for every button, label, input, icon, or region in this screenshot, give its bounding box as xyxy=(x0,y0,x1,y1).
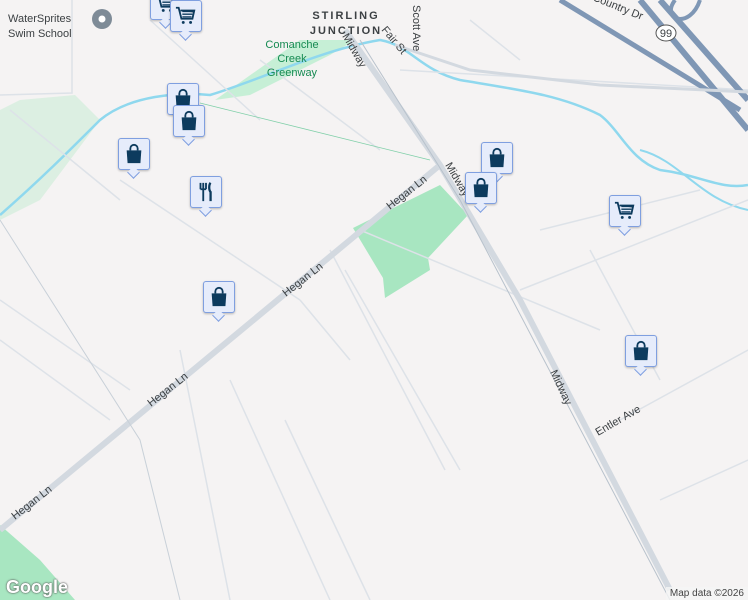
neighborhood-label-1: STIRLING xyxy=(312,10,379,22)
store-marker[interactable] xyxy=(173,105,205,137)
store-marker[interactable] xyxy=(481,142,513,174)
road-hegan-ln xyxy=(0,162,442,533)
shopping-bag-icon xyxy=(630,340,652,362)
road-midway xyxy=(342,28,673,592)
park-area xyxy=(353,185,468,298)
park-label-2[interactable]: Creek xyxy=(277,53,307,65)
fork-knife-icon xyxy=(195,181,217,203)
highway-99 xyxy=(637,0,748,132)
grocery-marker[interactable] xyxy=(609,195,641,227)
google-logo[interactable]: Google xyxy=(6,577,68,598)
restaurant-marker[interactable] xyxy=(190,176,222,208)
street-label-entler-ave: Entler Ave xyxy=(594,403,643,438)
minor-roads xyxy=(0,0,748,600)
shopping-bag-icon xyxy=(208,286,230,308)
store-marker[interactable] xyxy=(465,172,497,204)
poi-pin-dot xyxy=(98,15,106,23)
store-marker[interactable] xyxy=(625,335,657,367)
shopping-cart-icon xyxy=(175,5,197,27)
street-label-hegan-ln: Hegan Ln xyxy=(145,371,190,410)
railroad xyxy=(359,39,671,600)
street-label-hegan-ln: Hegan Ln xyxy=(9,484,54,523)
highway-number: 99 xyxy=(660,28,672,40)
street-label-hegan-ln: Hegan Ln xyxy=(280,261,325,300)
railroad xyxy=(0,219,181,600)
trail xyxy=(199,102,431,161)
shopping-bag-icon xyxy=(470,177,492,199)
street-label-midway: Midway xyxy=(339,32,368,71)
shopping-bag-icon xyxy=(123,143,145,165)
poi-label-line1[interactable]: WaterSprites xyxy=(8,13,72,25)
street-label-midway: Midway xyxy=(547,368,574,407)
street-label-country-dr: Country Dr xyxy=(591,0,645,23)
poi-label-line2[interactable]: Swim School xyxy=(8,28,72,40)
street-label-scott-ave: Scott Ave xyxy=(410,5,422,51)
store-marker[interactable] xyxy=(203,281,235,313)
map-canvas[interactable]: 99 WaterSprites Swim School STIRLING JUN… xyxy=(0,0,748,600)
store-marker[interactable] xyxy=(118,138,150,170)
highway-ramp xyxy=(668,0,702,21)
shopping-bag-icon xyxy=(486,147,508,169)
map-attribution[interactable]: Map data ©2026 xyxy=(665,587,748,600)
park-label-3[interactable]: Greenway xyxy=(267,67,318,79)
grocery-marker[interactable] xyxy=(170,0,202,32)
park-label-1[interactable]: Comanche xyxy=(265,39,318,51)
shopping-cart-icon xyxy=(614,200,636,222)
shopping-bag-icon xyxy=(178,110,200,132)
